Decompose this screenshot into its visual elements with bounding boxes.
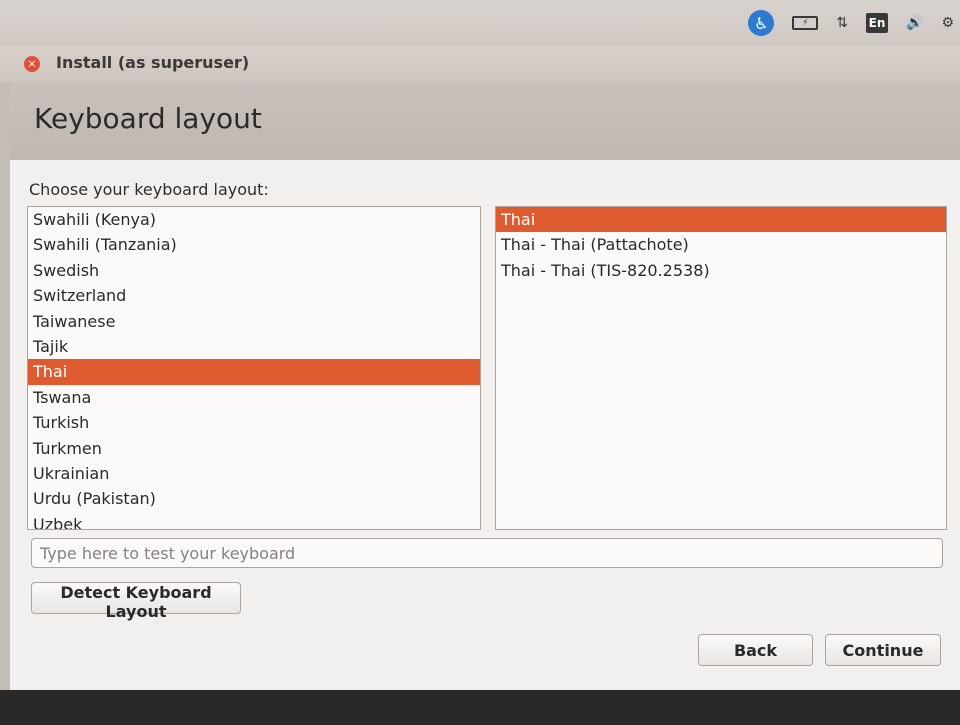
layout-list-item[interactable]: Ukrainian — [28, 461, 480, 486]
layout-list-item[interactable]: Turkmen — [28, 436, 480, 461]
installer-screen: ♿ ⚡ ⇅ En 🔊 ⚙ × Install (as superuser) Ke… — [0, 0, 960, 725]
layout-list-item[interactable]: Swedish — [28, 258, 480, 283]
battery-icon[interactable]: ⚡ — [792, 16, 819, 30]
layout-list-item[interactable]: Switzerland — [28, 283, 480, 308]
layout-list-item[interactable]: Swahili (Kenya) — [28, 207, 480, 232]
volume-icon[interactable]: 🔊 — [906, 15, 923, 31]
window-title: Install (as superuser) — [56, 53, 250, 72]
layout-list-item[interactable]: Swahili (Tanzania) — [28, 232, 480, 257]
main-content: Choose your keyboard layout: Swahili (Ke… — [10, 160, 960, 690]
detect-keyboard-layout-button[interactable]: Detect Keyboard Layout — [31, 582, 241, 621]
indicator-area: ♿ ⚡ ⇅ En 🔊 ⚙ — [748, 8, 954, 38]
network-icon[interactable]: ⇅ — [836, 15, 848, 31]
window-edge — [0, 82, 10, 690]
close-icon[interactable]: × — [24, 56, 40, 72]
top-panel: ♿ ⚡ ⇅ En 🔊 ⚙ — [0, 0, 960, 46]
continue-button[interactable]: Continue — [825, 634, 941, 666]
window-titlebar: × Install (as superuser) — [0, 46, 960, 82]
layout-list-item[interactable]: Uzbek — [28, 512, 480, 529]
bottom-bar — [0, 690, 960, 725]
variant-list-item[interactable]: Thai - Thai (TIS-820.2538) — [496, 258, 946, 283]
keyboard-layout-icon[interactable]: En — [866, 13, 888, 33]
power-settings-icon[interactable]: ⚙ — [941, 15, 954, 31]
layout-list-item-selected[interactable]: Thai — [28, 359, 480, 385]
page-header: Keyboard layout — [10, 82, 960, 160]
layout-list-item[interactable]: Tswana — [28, 385, 480, 410]
choose-layout-label: Choose your keyboard layout: — [29, 180, 269, 199]
accessibility-icon[interactable]: ♿ — [748, 10, 775, 36]
page-title: Keyboard layout — [34, 102, 262, 135]
layout-list-item[interactable]: Turkish — [28, 410, 480, 435]
keyboard-test-input[interactable] — [31, 538, 943, 568]
variant-list[interactable]: Thai Thai - Thai (Pattachote) Thai - Tha… — [495, 206, 947, 530]
layout-list-item[interactable]: Taiwanese — [28, 309, 480, 334]
layout-list-item[interactable]: Urdu (Pakistan) — [28, 486, 480, 511]
variant-list-item-selected[interactable]: Thai — [496, 207, 946, 233]
variant-list-item[interactable]: Thai - Thai (Pattachote) — [496, 232, 946, 257]
layout-list-item[interactable]: Tajik — [28, 334, 480, 359]
layout-list[interactable]: Swahili (Kenya) Swahili (Tanzania) Swedi… — [27, 206, 481, 530]
back-button[interactable]: Back — [698, 634, 813, 666]
